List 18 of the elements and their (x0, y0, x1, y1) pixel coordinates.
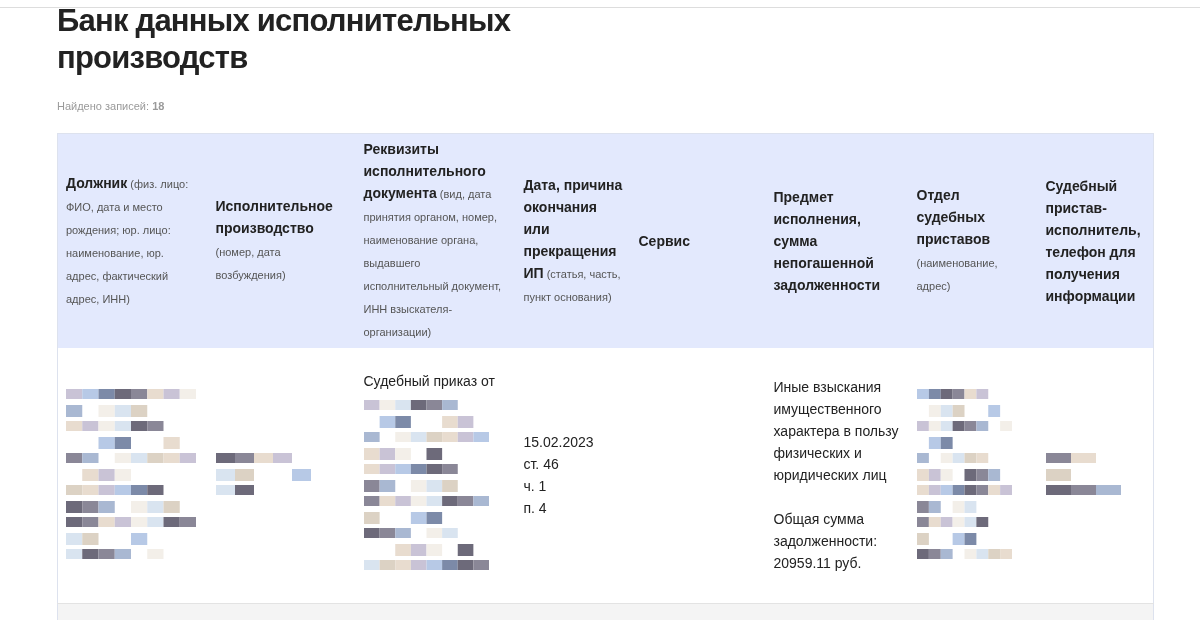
table-cell-text: 15.02.2023 (523, 433, 595, 453)
column-header: Дата, причина окончания или прекращения ИП (статья, часть, пункт основания) (515, 133, 631, 348)
column-header: Реквизиты исполнительного документа (вид, дата принятия органом, номер, наименование органа, выдавшего исполнительный документ, ИНН взыскателя-организации) (355, 133, 516, 348)
records-found-count: 18 (152, 100, 165, 112)
table-cell-text: п. 4 (523, 499, 548, 519)
column-header: Предмет исполнения, сумма непогашенной задолженности (765, 133, 909, 348)
table-cell-text: Судебный приказ от (363, 372, 496, 392)
column-header: Сервис (630, 133, 766, 348)
table-cell-text: Иные взыскания имущественного характера в пользу физических и юридических лиц (773, 378, 900, 486)
column-header: Судебный пристав-исполнитель, телефон для получения информации (1037, 133, 1154, 348)
records-found-label: Найдено записей: (57, 100, 150, 112)
table-cell-text: ст. 46 (523, 455, 560, 475)
table-cell-text: ч. 1 (523, 477, 548, 497)
table-cell-text: Общая сумма задолженности: 20959.11 руб. (773, 510, 879, 574)
column-header: Отдел судебных приставов (наименование, адрес) (908, 133, 1038, 348)
column-header: Исполнительное производство (номер, дата возбуждения) (207, 133, 356, 348)
column-header: Должник (физ. лицо: ФИО, дата и место рождения; юр. лицо: наименование, юр. адрес, фактический адрес, ИНН) (57, 133, 208, 348)
page-title: Банк данных исполнительных производств (57, 2, 512, 76)
